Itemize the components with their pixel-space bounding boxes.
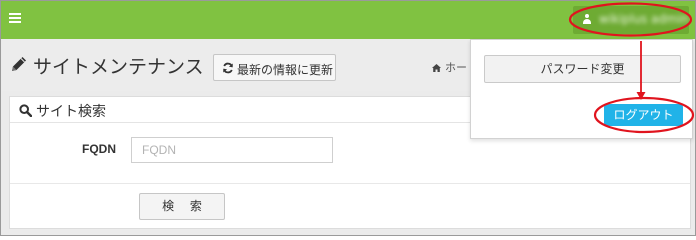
home-icon xyxy=(432,64,441,72)
fqdn-label: FQDN xyxy=(82,142,116,156)
search-icon xyxy=(19,104,32,117)
refresh-button[interactable]: 最新の情報に更新 xyxy=(213,54,336,81)
pencil-icon xyxy=(12,57,26,71)
change-password-button[interactable]: パスワード変更 xyxy=(484,55,681,83)
top-navbar: wikiplus admin xyxy=(1,1,695,39)
breadcrumb-home[interactable]: ホー xyxy=(445,61,467,74)
refresh-button-label: 最新の情報に更新 xyxy=(237,63,334,77)
app-window: wikiplus admin サイトメンテナンス 最新の情報に更新 ホー サイト… xyxy=(0,0,696,236)
fqdn-input[interactable] xyxy=(131,137,333,163)
page-title: サイトメンテナンス xyxy=(33,56,204,78)
divider xyxy=(10,183,690,184)
user-dropdown-menu: パスワード変更 ログアウト xyxy=(470,39,693,139)
search-button[interactable]: 検 索 xyxy=(139,193,225,220)
user-icon xyxy=(582,14,592,24)
breadcrumb[interactable]: ホー xyxy=(432,59,467,75)
menu-icon[interactable] xyxy=(9,13,21,23)
logout-button[interactable]: ログアウト xyxy=(604,104,683,126)
user-name: wikiplus admin xyxy=(599,12,689,26)
refresh-icon xyxy=(223,62,233,74)
user-menu-button[interactable]: wikiplus admin xyxy=(573,6,689,34)
panel-title: サイト検索 xyxy=(36,104,106,120)
